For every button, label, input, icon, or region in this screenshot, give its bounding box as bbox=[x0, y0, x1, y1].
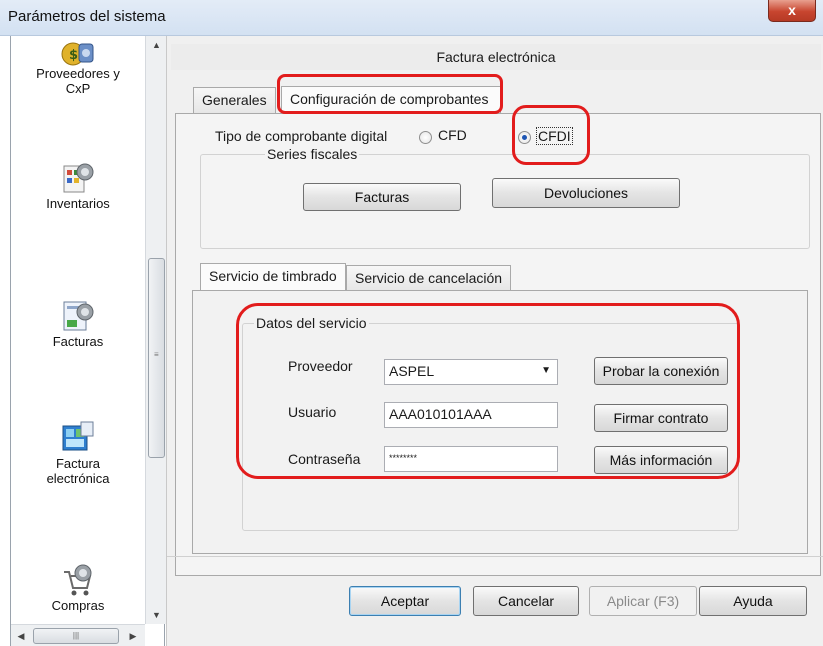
sidebar-item-compras[interactable]: Compras bbox=[11, 564, 145, 613]
electronic-invoice-icon bbox=[62, 421, 94, 451]
sidebar-item-label: Inventarios bbox=[46, 196, 110, 211]
sidebar-horizontal-scrollbar[interactable]: ◀ ||| ▶ bbox=[11, 624, 145, 646]
sidebar-item-inventarios[interactable]: Inventarios bbox=[11, 160, 145, 211]
scroll-down-icon[interactable]: ▼ bbox=[146, 606, 167, 624]
cancelar-button[interactable]: Cancelar bbox=[473, 586, 579, 616]
inventory-icon bbox=[63, 163, 94, 193]
tab-generales[interactable]: Generales bbox=[193, 87, 276, 113]
highlight-datos-servicio bbox=[236, 303, 740, 479]
highlight-config-tab bbox=[277, 74, 503, 114]
subtab-servicio-cancelacion[interactable]: Servicio de cancelación bbox=[346, 265, 512, 291]
close-button[interactable]: x bbox=[768, 0, 816, 22]
facturas-button[interactable]: Facturas bbox=[303, 183, 461, 211]
devoluciones-button[interactable]: Devoluciones bbox=[492, 178, 680, 208]
subtab-servicio-timbrado[interactable]: Servicio de timbrado bbox=[200, 263, 346, 291]
sidebar-item-label: Facturas bbox=[52, 334, 104, 349]
sidebar-item-label: Factura electrónica bbox=[46, 456, 110, 486]
aceptar-button[interactable]: Aceptar bbox=[349, 586, 461, 616]
sidebar-item-factura-electronica[interactable]: Factura electrónica bbox=[11, 420, 145, 486]
shopping-cart-icon bbox=[64, 564, 92, 596]
sidebar-item-label: Compras bbox=[51, 598, 105, 613]
money-bag-icon: $ bbox=[61, 42, 94, 66]
sidebar-item-label: Proveedores y CxP bbox=[36, 66, 120, 96]
scroll-thumb[interactable]: ||| bbox=[33, 628, 119, 644]
invoice-icon bbox=[63, 301, 94, 331]
scroll-left-icon[interactable]: ◀ bbox=[13, 627, 29, 645]
scroll-right-icon[interactable]: ▶ bbox=[125, 627, 141, 645]
panel-title: Factura electrónica bbox=[171, 44, 821, 70]
footer-divider bbox=[167, 556, 823, 557]
scroll-thumb[interactable]: ≡ bbox=[148, 258, 165, 458]
scroll-up-icon[interactable]: ▲ bbox=[146, 36, 167, 54]
highlight-cfdi-radio bbox=[512, 105, 590, 165]
window-title: Parámetros del sistema bbox=[8, 8, 166, 25]
radio-cfd[interactable] bbox=[419, 131, 432, 144]
series-fiscales-label: Series fiscales bbox=[265, 146, 360, 162]
svg-text:$: $ bbox=[69, 48, 78, 63]
title-bar: Parámetros del sistema x bbox=[0, 0, 823, 36]
ayuda-button[interactable]: Ayuda bbox=[699, 586, 807, 616]
sidebar-vertical-scrollbar[interactable]: ▲ ≡ ▼ bbox=[145, 36, 166, 624]
sidebar: $ Proveedores y CxP Inventarios Facturas bbox=[10, 36, 166, 646]
grip-icon: ≡ bbox=[154, 350, 159, 359]
sidebar-item-proveedores[interactable]: $ Proveedores y CxP bbox=[11, 38, 145, 96]
sidebar-item-facturas[interactable]: Facturas bbox=[11, 298, 145, 349]
tipo-comprobante-label: Tipo de comprobante digital bbox=[215, 128, 388, 144]
aplicar-button[interactable]: Aplicar (F3) bbox=[589, 586, 697, 616]
radio-cfd-label[interactable]: CFD bbox=[438, 127, 467, 143]
